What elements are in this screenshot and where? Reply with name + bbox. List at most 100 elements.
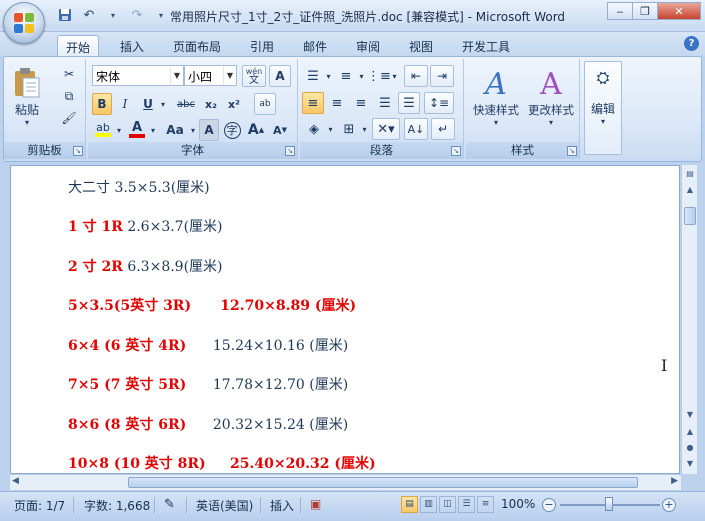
multilevel-list-icon[interactable]: ⋮≡ [367, 65, 391, 87]
subscript-button[interactable]: x₂ [201, 93, 221, 115]
strikethrough-button[interactable]: abc [173, 93, 199, 115]
paragraph-launcher-icon[interactable]: ↘ [451, 146, 461, 156]
insert-mode-indicator[interactable]: 插入 [270, 497, 294, 514]
scroll-up-icon[interactable]: ▲ [683, 183, 697, 197]
underline-dropdown-icon[interactable]: ▾ [158, 93, 168, 115]
vertical-scroll-thumb[interactable] [684, 207, 696, 225]
numbering-dropdown-icon[interactable]: ▾ [357, 65, 366, 87]
tab-references[interactable]: 引用 [242, 35, 282, 56]
horizontal-scroll-thumb[interactable] [128, 477, 638, 488]
tab-home[interactable]: 开始 [57, 35, 100, 56]
bold-button[interactable]: B [92, 93, 112, 115]
align-left-icon[interactable]: ≡ [302, 92, 324, 114]
align-right-icon[interactable]: ≡ [350, 92, 372, 114]
tab-developer[interactable]: 开发工具 [454, 35, 518, 56]
change-case-dropdown-icon[interactable]: ▾ [188, 119, 198, 141]
full-screen-reading-icon[interactable]: ▥ [420, 496, 437, 513]
distributed-icon[interactable]: ☰ [398, 92, 420, 114]
sort-icon[interactable]: A↓ [404, 118, 428, 140]
tab-view[interactable]: 视图 [401, 35, 441, 56]
undo-dropdown-icon[interactable]: ▾ [104, 6, 122, 24]
print-layout-view-icon[interactable]: ▤ [401, 496, 418, 513]
scroll-left-icon[interactable]: ◀ [12, 476, 19, 486]
proofing-icon[interactable]: ✎ [164, 497, 175, 512]
zoom-slider-thumb[interactable] [605, 497, 613, 511]
borders-icon[interactable]: ⊞ [338, 118, 360, 140]
tab-mailings[interactable]: 邮件 [295, 35, 335, 56]
tab-insert[interactable]: 插入 [112, 35, 152, 56]
macro-record-icon[interactable]: ▣ [310, 497, 321, 511]
line-spacing-icon[interactable]: ↕≡ [424, 92, 454, 114]
clear-formatting-button[interactable]: ab [254, 93, 276, 115]
tab-review[interactable]: 审阅 [348, 35, 388, 56]
customize-toolbar-icon[interactable]: ▾ [152, 6, 170, 24]
font-size-combo[interactable]: 小四 ▼ [184, 65, 237, 86]
character-border-button[interactable]: A [269, 65, 291, 87]
horizontal-scrollbar[interactable]: ◀ ▶ [10, 474, 681, 490]
word-count[interactable]: 字数: 1,668 [84, 497, 150, 514]
chevron-down-icon[interactable]: ▼ [170, 66, 183, 85]
copy-icon[interactable]: ⧉ [58, 85, 80, 107]
multilevel-dropdown-icon[interactable]: ▾ [390, 65, 399, 87]
quick-styles-button[interactable]: A 快速样式 ▾ [468, 61, 524, 133]
zoom-in-icon[interactable]: + [662, 498, 676, 512]
web-layout-icon[interactable]: ◫ [439, 496, 456, 513]
font-launcher-icon[interactable]: ↘ [285, 146, 295, 156]
align-center-icon[interactable]: ≡ [326, 92, 348, 114]
underline-button[interactable]: U [138, 93, 158, 115]
close-button[interactable]: ✕ [657, 2, 701, 20]
minimize-button[interactable]: ‒ [607, 2, 633, 20]
superscript-button[interactable]: x² [224, 93, 244, 115]
draft-view-icon[interactable]: ≡ [477, 496, 494, 513]
show-marks-icon[interactable]: ↵ [431, 118, 455, 140]
font-color-button[interactable]: A [126, 119, 148, 141]
previous-page-icon[interactable]: ▲ [683, 425, 697, 439]
phonetic-guide-button[interactable]: wén 文 [242, 65, 266, 87]
zoom-out-icon[interactable]: − [542, 498, 556, 512]
numbering-icon[interactable]: ≡ [335, 65, 357, 87]
scroll-right-icon[interactable]: ▶ [671, 476, 678, 486]
highlight-button[interactable]: ab [92, 119, 114, 141]
document-page[interactable]: 大二寸 3.5×5.3(厘米) 1 寸 1R 2.6×3.7(厘米) 2 寸 2… [10, 165, 680, 474]
clipboard-launcher-icon[interactable]: ↘ [73, 146, 83, 156]
editing-button[interactable]: ⛭ 编辑 ▾ [584, 61, 622, 155]
change-case-button[interactable]: Aa [162, 119, 188, 141]
bullets-dropdown-icon[interactable]: ▾ [324, 65, 333, 87]
chinese-layout-icon[interactable]: ✕▾ [372, 118, 400, 140]
zoom-level[interactable]: 100% [501, 497, 535, 511]
tab-page-layout[interactable]: 页面布局 [165, 35, 229, 56]
character-shading-button[interactable]: A [199, 119, 219, 141]
redo-icon[interactable]: ↷ [128, 6, 146, 24]
shrink-font-button[interactable]: A ▼ [269, 119, 291, 141]
outline-view-icon[interactable]: ☰ [458, 496, 475, 513]
paste-button[interactable]: 粘贴 ▾ [8, 63, 46, 131]
justify-icon[interactable]: ☰ [374, 92, 396, 114]
help-icon[interactable]: ? [684, 36, 699, 51]
select-browse-object-icon[interactable]: ● [683, 441, 697, 455]
restore-button[interactable]: ❐ [632, 2, 658, 20]
font-name-combo[interactable]: 宋体 ▼ [92, 65, 184, 86]
enclose-characters-button[interactable]: 字 [222, 119, 242, 141]
highlight-dropdown-icon[interactable]: ▾ [114, 119, 124, 141]
decrease-indent-icon[interactable]: ⇤ [404, 65, 428, 87]
increase-indent-icon[interactable]: ⇥ [430, 65, 454, 87]
scroll-down-icon[interactable]: ▼ [683, 408, 697, 422]
chevron-down-icon[interactable]: ▼ [223, 66, 236, 85]
shading-dropdown-icon[interactable]: ▾ [326, 118, 335, 140]
change-styles-button[interactable]: A 更改样式 ▾ [524, 61, 578, 133]
cut-icon[interactable]: ✂ [58, 63, 80, 85]
shading-icon[interactable]: ◈ [302, 118, 326, 140]
format-painter-icon[interactable]: 🖌 [58, 107, 80, 129]
bullets-icon[interactable]: ☰ [302, 65, 324, 87]
font-color-dropdown-icon[interactable]: ▾ [148, 119, 158, 141]
undo-icon[interactable]: ↶ [80, 6, 98, 24]
page-count[interactable]: 页面: 1/7 [14, 497, 65, 514]
vertical-scrollbar[interactable]: ▤ ▲ ▼ ▲ ● ▼ [681, 165, 697, 474]
styles-launcher-icon[interactable]: ↘ [567, 146, 577, 156]
italic-button[interactable]: I [115, 93, 135, 115]
save-icon[interactable] [56, 6, 74, 24]
next-page-icon[interactable]: ▼ [683, 457, 697, 471]
grow-font-button[interactable]: A ▲ [245, 119, 267, 141]
ruler-toggle-icon[interactable]: ▤ [683, 167, 697, 181]
language-indicator[interactable]: 英语(美国) [196, 497, 253, 514]
